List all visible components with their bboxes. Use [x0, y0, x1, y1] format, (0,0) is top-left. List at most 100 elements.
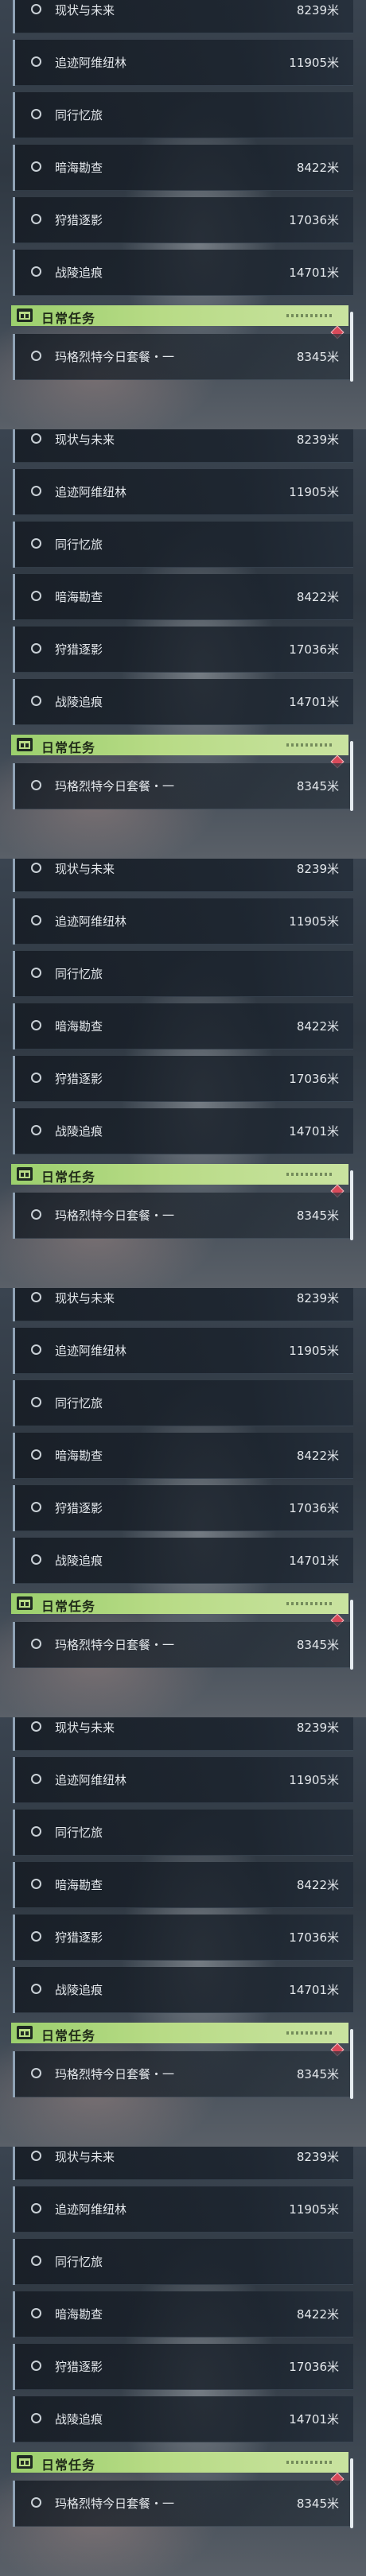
- quest-row[interactable]: 同行忆旅: [13, 522, 353, 568]
- quest-row[interactable]: 狩猎逐影 17036米: [13, 1485, 353, 1531]
- quest-row[interactable]: 战陵追痕 14701米: [13, 679, 353, 725]
- radio-circle-icon: [31, 538, 41, 549]
- quest-name: 玛格烈特今日套餐・一: [55, 2496, 175, 2511]
- quest-name: 玛格烈特今日套餐・一: [55, 1208, 175, 1223]
- radio-circle-icon: [31, 2256, 41, 2266]
- quest-row[interactable]: 同行忆旅: [13, 2239, 353, 2285]
- radio-circle-icon: [31, 1344, 41, 1355]
- quest-row[interactable]: 现状与未来 8239米: [13, 2147, 353, 2180]
- quest-distance: 8422米: [296, 1878, 339, 1892]
- scrollbar[interactable]: [350, 1170, 353, 1240]
- radio-circle-icon: [31, 2203, 41, 2213]
- quest-row[interactable]: 现状与未来 8239米: [13, 1717, 353, 1751]
- quest-row[interactable]: 现状与未来 8239米: [13, 859, 353, 892]
- radio-circle-icon: [31, 109, 41, 119]
- quest-name: 狩猎逐影: [55, 2360, 103, 2374]
- quest-distance: 14701米: [289, 266, 339, 280]
- header-decoration: [286, 1173, 334, 1176]
- daily-quest-row[interactable]: 玛格烈特今日套餐・一 8345米: [13, 1622, 353, 1668]
- quest-distance: 8345米: [296, 1638, 339, 1652]
- quest-row[interactable]: 狩猎逐影 17036米: [13, 1056, 353, 1102]
- quest-row[interactable]: 暗海勘查 8422米: [13, 1003, 353, 1049]
- quest-row[interactable]: 追迹阿维纽林 11905米: [13, 1328, 353, 1374]
- radio-circle-icon: [31, 863, 41, 873]
- quest-row[interactable]: 同行忆旅: [13, 951, 353, 997]
- quest-distance: 17036米: [289, 642, 339, 657]
- quest-row[interactable]: 暗海勘查 8422米: [13, 2291, 353, 2337]
- quest-row[interactable]: 狩猎逐影 17036米: [13, 2344, 353, 2390]
- quest-row[interactable]: 现状与未来 8239米: [13, 0, 353, 33]
- quest-row[interactable]: 追迹阿维纽林 11905米: [13, 1757, 353, 1803]
- quest-distance: 14701米: [289, 1124, 339, 1139]
- header-decoration: [286, 743, 334, 747]
- quest-row[interactable]: 狩猎逐影 17036米: [13, 627, 353, 673]
- scrollbar[interactable]: [350, 2458, 353, 2528]
- quest-distance: 17036米: [289, 1501, 339, 1515]
- daily-tasks-header[interactable]: 日常任务: [11, 735, 348, 755]
- quest-distance: 8345米: [296, 1208, 339, 1223]
- daily-quest-row[interactable]: 玛格烈特今日套餐・一 8345米: [13, 2051, 353, 2097]
- quest-distance: 11905米: [289, 1344, 339, 1358]
- radio-circle-icon: [31, 2308, 41, 2318]
- quest-row[interactable]: 战陵追痕 14701米: [13, 2396, 353, 2442]
- quest-distance: 8422米: [296, 161, 339, 175]
- daily-tasks-header[interactable]: 日常任务: [11, 1164, 348, 1185]
- radio-circle-icon: [31, 2151, 41, 2161]
- quest-row[interactable]: 战陵追痕 14701米: [13, 1967, 353, 2013]
- quest-row[interactable]: 追迹阿维纽林 11905米: [13, 40, 353, 86]
- quest-row[interactable]: 暗海勘查 8422米: [13, 574, 353, 620]
- daily-tasks-header[interactable]: 日常任务: [11, 2023, 348, 2043]
- daily-tasks-header[interactable]: 日常任务: [11, 305, 348, 326]
- quest-row[interactable]: 暗海勘查 8422米: [13, 1433, 353, 1479]
- radio-circle-icon: [31, 1449, 41, 1460]
- radio-circle-icon: [31, 2361, 41, 2371]
- quest-row[interactable]: 狩猎逐影 17036米: [13, 197, 353, 243]
- task-board-icon: [17, 738, 33, 751]
- daily-quest-row[interactable]: 玛格烈特今日套餐・一 8345米: [13, 763, 353, 809]
- quest-name: 同行忆旅: [55, 1396, 103, 1410]
- quest-row[interactable]: 同行忆旅: [13, 1380, 353, 1426]
- scrollbar[interactable]: [350, 2029, 353, 2099]
- quest-distance: 8239米: [296, 2150, 339, 2164]
- daily-quest-row[interactable]: 玛格烈特今日套餐・一 8345米: [13, 1193, 353, 1239]
- daily-quest-row[interactable]: 玛格烈特今日套餐・一 8345米: [13, 2481, 353, 2527]
- radio-circle-icon: [31, 2497, 41, 2508]
- quest-distance: 14701米: [289, 1554, 339, 1568]
- quest-name: 现状与未来: [55, 433, 115, 447]
- quest-distance: 8345米: [296, 350, 339, 364]
- quest-distance: 8345米: [296, 2496, 339, 2511]
- header-decoration: [286, 2461, 334, 2464]
- quest-name: 战陵追痕: [55, 2412, 103, 2427]
- daily-tasks-header[interactable]: 日常任务: [11, 2452, 348, 2473]
- quest-distance: 8239米: [296, 3, 339, 17]
- quest-row[interactable]: 同行忆旅: [13, 1810, 353, 1856]
- quest-row[interactable]: 追迹阿维纽林 11905米: [13, 898, 353, 945]
- quest-distance: 11905米: [289, 56, 339, 70]
- quest-row[interactable]: 暗海勘查 8422米: [13, 145, 353, 191]
- quest-row[interactable]: 战陵追痕 14701米: [13, 250, 353, 296]
- scrollbar[interactable]: [350, 1600, 353, 1670]
- quest-distance: 8239米: [296, 433, 339, 447]
- task-board-icon: [17, 2026, 33, 2039]
- quest-row[interactable]: 战陵追痕 14701米: [13, 1538, 353, 1584]
- quest-row[interactable]: 同行忆旅: [13, 92, 353, 138]
- quest-name: 暗海勘查: [55, 590, 103, 604]
- quest-row[interactable]: 暗海勘查 8422米: [13, 1862, 353, 1908]
- quest-panel: 现状与未来 8239米 追迹阿维纽林 11905米 同行忆旅 暗海勘查 8422…: [0, 429, 366, 859]
- radio-circle-icon: [31, 1073, 41, 1083]
- radio-circle-icon: [31, 968, 41, 978]
- daily-quest-row[interactable]: 玛格烈特今日套餐・一 8345米: [13, 334, 353, 380]
- quest-row[interactable]: 追迹阿维纽林 11905米: [13, 2186, 353, 2233]
- radio-circle-icon: [31, 1984, 41, 1994]
- scrollbar[interactable]: [350, 741, 353, 811]
- quest-row[interactable]: 追迹阿维纽林 11905米: [13, 469, 353, 515]
- scrollbar[interactable]: [350, 312, 353, 382]
- daily-tasks-header[interactable]: 日常任务: [11, 1593, 348, 1614]
- radio-circle-icon: [31, 1639, 41, 1649]
- quest-name: 狩猎逐影: [55, 1072, 103, 1086]
- quest-row[interactable]: 现状与未来 8239米: [13, 1288, 353, 1321]
- quest-row[interactable]: 战陵追痕 14701米: [13, 1108, 353, 1154]
- quest-name: 同行忆旅: [55, 537, 103, 552]
- quest-row[interactable]: 现状与未来 8239米: [13, 429, 353, 463]
- quest-row[interactable]: 狩猎逐影 17036米: [13, 1915, 353, 1961]
